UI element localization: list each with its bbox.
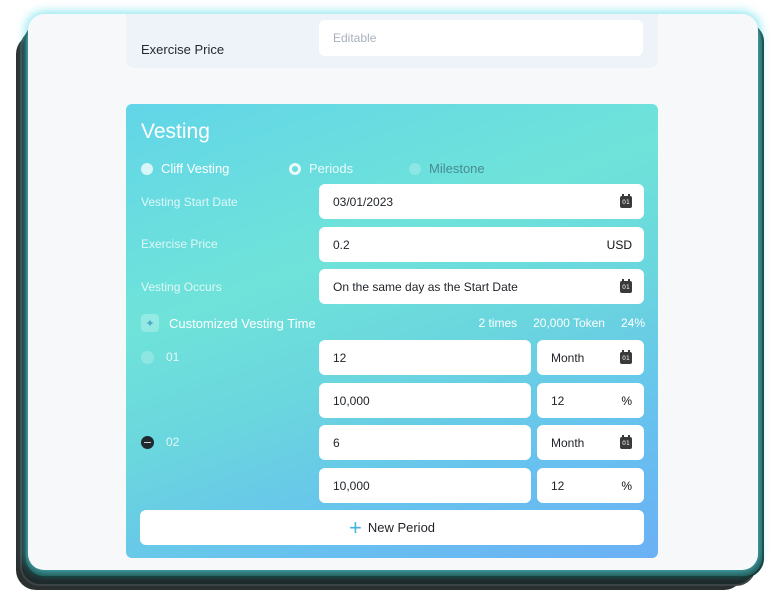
period-unit-select[interactable]: Month 01 <box>537 425 644 460</box>
period-unit-value: Month <box>551 350 585 365</box>
vesting-occurs-select[interactable]: On the same day as the Start Date 01 <box>319 269 644 304</box>
period-index: 01 <box>166 350 180 364</box>
exercise-price-panel: Exercise Price Editable <box>126 14 658 68</box>
period-percent-value: 12 <box>551 393 565 408</box>
radio-dot-icon <box>409 162 421 175</box>
radio-label: Milestone <box>429 161 485 176</box>
percent-sign: % <box>621 478 632 493</box>
period-duration-value: 12 <box>333 350 347 365</box>
radio-cliff-vesting[interactable]: Cliff Vesting <box>141 161 229 176</box>
exercise-price-label: Exercise Price <box>141 42 225 57</box>
vesting-start-date-input[interactable]: 03/01/2023 01 <box>319 184 644 219</box>
period-radio-icon[interactable] <box>141 350 154 364</box>
calendar-icon[interactable]: 01 <box>620 349 632 364</box>
customized-vesting-row: ✦ Customized Vesting Time 2 times 20,000… <box>141 314 645 332</box>
vesting-start-date-label: Vesting Start Date <box>141 195 238 209</box>
vesting-start-date-value: 03/01/2023 <box>333 194 394 209</box>
vesting-percent-total: 24% <box>620 316 645 330</box>
pill-icon: ✦ <box>141 314 159 332</box>
radio-milestone[interactable]: Milestone <box>409 161 485 176</box>
period-01-label: 01 <box>141 350 179 364</box>
period-02-label: 02 <box>141 435 179 449</box>
vesting-occurs-label: Vesting Occurs <box>141 280 222 294</box>
radio-periods[interactable]: Periods <box>289 161 353 176</box>
new-period-label: New Period <box>367 520 436 535</box>
period-unit-value: Month <box>551 435 585 450</box>
period-duration-input[interactable]: 6 <box>319 425 531 460</box>
remove-period-icon[interactable] <box>141 435 154 449</box>
new-period-button[interactable]: + New Period <box>140 510 644 545</box>
period-unit-select[interactable]: Month 01 <box>537 340 644 375</box>
exercise-price-value: 0.2 <box>333 237 350 252</box>
period-amount-input[interactable]: 10,000 <box>319 383 531 418</box>
currency-label: USD <box>606 237 632 252</box>
radio-label: Periods <box>309 161 354 176</box>
vesting-times: 2 times <box>478 316 518 330</box>
radio-selected-icon <box>289 162 301 175</box>
calendar-icon[interactable]: 01 <box>620 193 632 208</box>
vesting-title: Vesting <box>141 120 210 143</box>
calendar-icon[interactable]: 01 <box>620 278 632 293</box>
main-card: Exercise Price Editable Vesting Cliff Ve… <box>28 14 758 570</box>
vesting-panel: Vesting Cliff Vesting Periods Milestone … <box>126 104 658 558</box>
period-duration-value: 6 <box>333 435 340 450</box>
vesting-token-total: 20,000 Token <box>533 316 605 330</box>
period-amount-value: 10,000 <box>333 478 370 493</box>
period-percent-input[interactable]: 12 % <box>537 383 644 418</box>
exercise-price-input[interactable]: Editable <box>319 20 643 56</box>
plus-icon: + <box>348 514 362 540</box>
period-index: 02 <box>166 435 180 449</box>
period-percent-input[interactable]: 12 % <box>537 468 644 503</box>
vesting-occurs-value: On the same day as the Start Date <box>333 279 518 294</box>
radio-dot-icon <box>141 162 153 175</box>
period-duration-input[interactable]: 12 <box>319 340 531 375</box>
period-amount-input[interactable]: 10,000 <box>319 468 531 503</box>
exercise-price-field[interactable]: 0.2 USD <box>319 227 644 262</box>
customized-vesting-label: Customized Vesting Time <box>169 315 316 331</box>
period-percent-value: 12 <box>551 478 565 493</box>
calendar-icon[interactable]: 01 <box>620 434 632 449</box>
period-amount-value: 10,000 <box>333 393 370 408</box>
radio-label: Cliff Vesting <box>161 161 230 176</box>
percent-sign: % <box>621 393 632 408</box>
exercise-price-label: Exercise Price <box>141 237 218 251</box>
